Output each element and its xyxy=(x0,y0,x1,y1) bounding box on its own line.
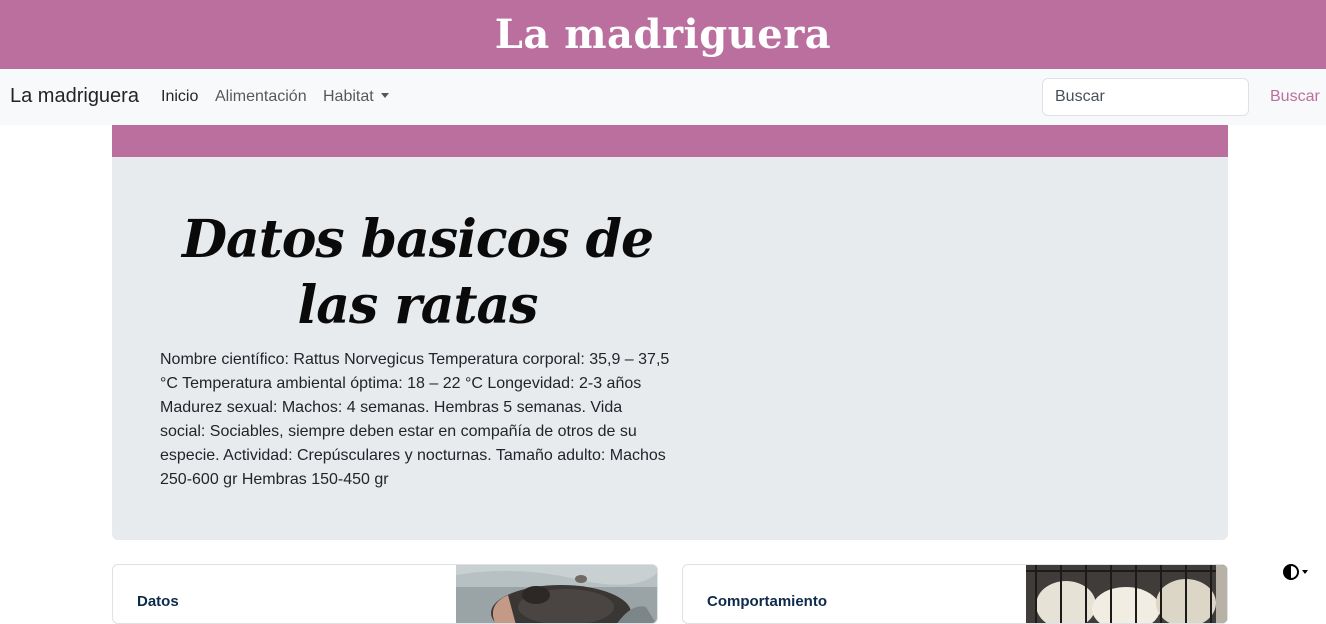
nav-link-alimentacion[interactable]: Alimentación xyxy=(215,88,307,106)
hero-panel: Datos basicos de las ratas Nombre cientí… xyxy=(112,157,1228,540)
search-input[interactable] xyxy=(1042,78,1249,116)
card-datos[interactable]: Datos xyxy=(112,564,658,624)
nav-link-inicio[interactable]: Inicio xyxy=(161,88,198,106)
nav-dropdown-habitat[interactable]: Habitat xyxy=(323,88,389,106)
rat-photo-image xyxy=(456,565,657,623)
hero-title: Datos basicos de las ratas xyxy=(181,209,654,336)
chevron-down-icon xyxy=(380,93,389,98)
circle-half-icon xyxy=(1283,564,1299,580)
rat-cage-photo-image xyxy=(1026,565,1227,623)
navbar-brand[interactable]: La madriguera xyxy=(10,85,139,108)
navbar: La madriguera Inicio Alimentación Habita… xyxy=(0,69,1326,125)
site-title: La madriguera xyxy=(494,11,832,58)
hero-text: Nombre científico: Rattus Norvegicus Tem… xyxy=(160,351,670,488)
site-header: La madriguera xyxy=(0,0,1326,69)
card-title: Comportamiento xyxy=(707,593,827,610)
search-button[interactable]: Buscar xyxy=(1270,88,1320,106)
accent-strip xyxy=(112,125,1228,157)
chevron-down-icon xyxy=(1302,570,1308,574)
nav-habitat-label: Habitat xyxy=(323,88,374,105)
theme-toggle-button[interactable] xyxy=(1283,563,1313,581)
card-comportamiento[interactable]: Comportamiento xyxy=(682,564,1228,624)
card-title: Datos xyxy=(137,593,179,610)
